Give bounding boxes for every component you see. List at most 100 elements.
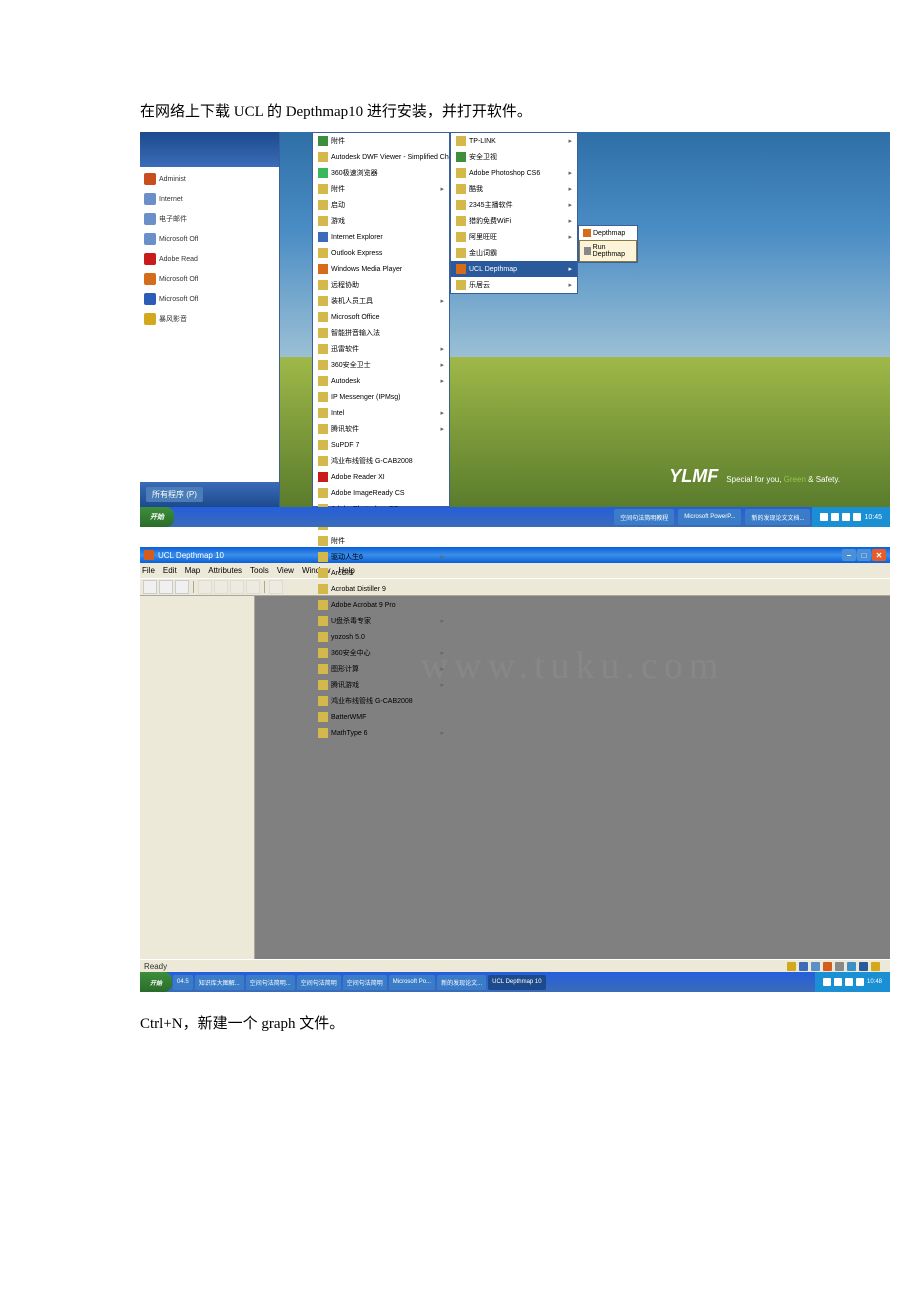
tray-icon[interactable]: [823, 978, 831, 986]
taskbar-item[interactable]: Microsoft Po...: [389, 975, 435, 990]
program-item[interactable]: 附件: [313, 533, 449, 549]
app-sidebar[interactable]: [140, 596, 255, 959]
start-menu-item[interactable]: Adobe Reader XI: [142, 249, 198, 269]
tray-icon[interactable]: [853, 513, 861, 521]
program-item[interactable]: 远程协助: [313, 277, 449, 293]
program-item[interactable]: Windows Media Player: [313, 261, 449, 277]
tray-icon[interactable]: [820, 513, 828, 521]
program-item[interactable]: ArcGIS: [313, 565, 449, 581]
tray-icon[interactable]: [871, 962, 880, 971]
program-item[interactable]: 腾讯游戏▸: [313, 677, 449, 693]
program-item[interactable]: 启动: [313, 197, 449, 213]
menu-file[interactable]: File: [142, 566, 155, 575]
tray-icon[interactable]: [823, 962, 832, 971]
program-item[interactable]: 鸿业布线管线 G-CAB2008: [313, 453, 449, 469]
program-item[interactable]: 360安全卫士▸: [313, 357, 449, 373]
taskbar-item[interactable]: 空间句法简明...: [246, 975, 295, 990]
program-item[interactable]: 图形计算▸: [313, 661, 449, 677]
menu-map[interactable]: Map: [185, 566, 201, 575]
program-item[interactable]: Adobe Photoshop CS6▸: [451, 165, 577, 181]
program-item[interactable]: 智能拼音输入法: [313, 325, 449, 341]
toolbar-button[interactable]: [230, 580, 244, 594]
program-item[interactable]: 附件▸: [313, 181, 449, 197]
programs-submenu-2[interactable]: TP-LINK▸ 安全卫视 Adobe Photoshop CS6▸ 酷我▸ 2…: [450, 132, 578, 294]
program-item[interactable]: 安全卫视: [451, 149, 577, 165]
taskbar-item[interactable]: 新的发现论文文档...: [745, 509, 810, 525]
start-menu-item[interactable]: Administ: [142, 169, 198, 189]
start-menu[interactable]: Administ Internet 电子邮件 Microsoft Office …: [140, 132, 280, 507]
start-button[interactable]: 开始: [140, 507, 174, 527]
program-item[interactable]: 金山词霸: [451, 245, 577, 261]
start-menu-item[interactable]: 暴风影音: [142, 309, 198, 329]
program-item[interactable]: U盘杀毒专家▸: [313, 613, 449, 629]
tray-icon[interactable]: [859, 962, 868, 971]
program-item[interactable]: IP Messenger (IPMsg): [313, 389, 449, 405]
start-menu-item[interactable]: Microsoft Office: [142, 229, 198, 249]
taskbar-item[interactable]: 新的发现论文...: [437, 975, 486, 990]
toolbar-button[interactable]: [246, 580, 260, 594]
tray-icon[interactable]: [856, 978, 864, 986]
toolbar-button[interactable]: [214, 580, 228, 594]
taskbar-item[interactable]: 空间句法简明: [297, 975, 341, 990]
tray-icon[interactable]: [799, 962, 808, 971]
taskbar-item[interactable]: Microsoft PowerP...: [678, 509, 741, 525]
program-item-ucl-depthmap[interactable]: UCL Depthmap▸: [451, 261, 577, 277]
program-item[interactable]: 乐居云▸: [451, 277, 577, 293]
start-menu-item[interactable]: Microsoft Office Word 2007: [142, 289, 198, 309]
program-item[interactable]: MathType 6▸: [313, 725, 449, 741]
program-item[interactable]: 鸿业布线管线 G-CAB2008: [313, 693, 449, 709]
menu-edit[interactable]: Edit: [163, 566, 177, 575]
minimize-button[interactable]: –: [842, 549, 856, 561]
program-item[interactable]: 附件: [313, 133, 449, 149]
program-item[interactable]: 2345主播软件▸: [451, 197, 577, 213]
menu-tools[interactable]: Tools: [250, 566, 269, 575]
taskbar-item-depthmap[interactable]: UCL Depthmap 10: [488, 975, 545, 990]
all-programs-button[interactable]: 所有程序 (P): [146, 487, 203, 502]
program-item[interactable]: Microsoft Office: [313, 309, 449, 325]
lang-indicator-icon[interactable]: [787, 962, 796, 971]
toolbar-new-icon[interactable]: [143, 580, 157, 594]
start-button[interactable]: 开始: [140, 972, 172, 992]
tray-icon[interactable]: [811, 962, 820, 971]
tray-icon[interactable]: [842, 513, 850, 521]
programs-submenu-depthmap[interactable]: Depthmap Run Depthmap: [578, 225, 638, 263]
program-item[interactable]: Adobe ImageReady CS: [313, 485, 449, 501]
taskbar-item[interactable]: 空间句法简明: [343, 975, 387, 990]
tray-icon[interactable]: [835, 962, 844, 971]
program-item[interactable]: TP-LINK▸: [451, 133, 577, 149]
toolbar-open-icon[interactable]: [159, 580, 173, 594]
program-item[interactable]: 酷我▸: [451, 181, 577, 197]
program-item[interactable]: Autodesk▸: [313, 373, 449, 389]
menu-view[interactable]: View: [277, 566, 294, 575]
program-item[interactable]: 猎豹免费WiFi▸: [451, 213, 577, 229]
program-item[interactable]: BatterWMF: [313, 709, 449, 725]
program-item[interactable]: 驱动人生6▸: [313, 549, 449, 565]
program-item[interactable]: Intel▸: [313, 405, 449, 421]
program-item[interactable]: Adobe Acrobat 9 Pro: [313, 597, 449, 613]
start-menu-item[interactable]: Microsoft Office PowerPoint 2007: [142, 269, 198, 289]
program-item[interactable]: SuPDF 7: [313, 437, 449, 453]
toolbar-button[interactable]: [198, 580, 212, 594]
close-button[interactable]: ✕: [872, 549, 886, 561]
toolbar-save-icon[interactable]: [175, 580, 189, 594]
taskbar-item[interactable]: 空间句法简明教程: [614, 509, 674, 525]
program-item[interactable]: Adobe Reader XI: [313, 469, 449, 485]
program-item[interactable]: 阿里旺旺▸: [451, 229, 577, 245]
start-menu-item[interactable]: Internet: [142, 189, 198, 209]
program-item[interactable]: 360极速浏览器: [313, 165, 449, 181]
tray-icon[interactable]: [834, 978, 842, 986]
tray-icon[interactable]: [845, 978, 853, 986]
program-item[interactable]: 360安全中心▸: [313, 645, 449, 661]
programs-submenu-1[interactable]: 附件 Autodesk DWF Viewer - Simplified Chin…: [312, 132, 450, 507]
tray-icon[interactable]: [847, 962, 856, 971]
program-item[interactable]: Autodesk DWF Viewer - Simplified Chinese: [313, 149, 449, 165]
program-item[interactable]: 游戏: [313, 213, 449, 229]
run-depthmap-menu-item[interactable]: Run Depthmap: [579, 240, 637, 262]
system-tray[interactable]: 10:48: [815, 972, 890, 992]
depthmap-menu-item[interactable]: Depthmap: [579, 226, 637, 240]
taskbar-item[interactable]: 04.5: [173, 975, 193, 990]
tray-icon[interactable]: [831, 513, 839, 521]
start-menu-item[interactable]: 电子邮件: [142, 209, 198, 229]
program-item[interactable]: Internet Explorer: [313, 229, 449, 245]
maximize-button[interactable]: □: [857, 549, 871, 561]
